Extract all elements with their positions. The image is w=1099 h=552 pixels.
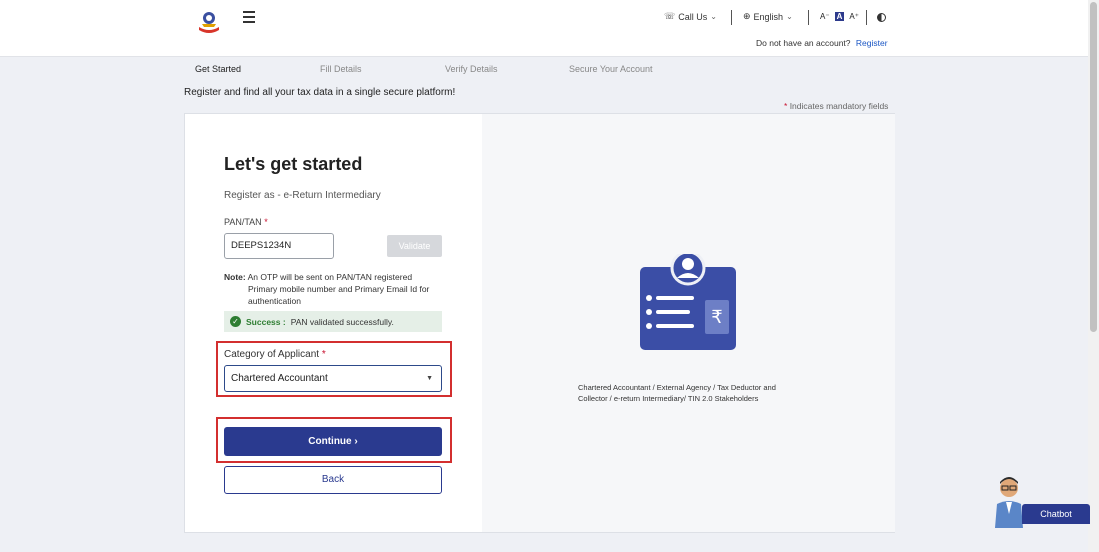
caret-down-icon: ▼ xyxy=(426,375,433,382)
required-star: * xyxy=(264,217,268,227)
note-line-2: Primary mobile number and Primary Email … xyxy=(248,284,430,294)
phone-icon: ☏ xyxy=(664,11,676,21)
register-link[interactable]: Register xyxy=(856,38,888,48)
illustration-caption: Chartered Accountant / External Agency /… xyxy=(578,382,798,404)
chevron-down-icon: ⌄ xyxy=(710,12,717,21)
font-large-label: A xyxy=(849,12,855,21)
category-select[interactable]: Chartered Accountant ▼ xyxy=(224,365,442,392)
mandatory-text: Indicates mandatory fields xyxy=(789,101,889,111)
contrast-icon[interactable] xyxy=(877,13,886,22)
chatbot-button[interactable]: Chatbot xyxy=(1022,504,1090,524)
success-label: Success : xyxy=(246,316,286,327)
continue-button[interactable]: Continue › xyxy=(224,427,442,456)
step-get-started: Get Started xyxy=(195,64,242,74)
divider xyxy=(808,10,809,25)
note-label: Note: xyxy=(224,272,246,282)
required-star: * xyxy=(784,101,788,111)
note-line-3: authentication xyxy=(248,296,301,306)
note-line-1: An OTP will be sent on PAN/TAN registere… xyxy=(247,272,413,282)
check-circle-icon: ✓ xyxy=(230,316,241,327)
increase-font-button[interactable]: A⁺ xyxy=(849,12,859,21)
otp-note: Note: An OTP will be sent on PAN/TAN reg… xyxy=(224,271,449,307)
normal-font-button[interactable]: A xyxy=(834,12,845,21)
category-label-text: Category of Applicant xyxy=(224,349,320,360)
svg-text:₹: ₹ xyxy=(711,307,722,328)
scrollbar-thumb[interactable] xyxy=(1090,2,1097,332)
divider xyxy=(731,10,732,25)
no-account-text: Do not have an account? xyxy=(756,38,851,48)
chatbot-avatar-icon[interactable] xyxy=(992,474,1026,528)
category-selected-value: Chartered Accountant xyxy=(231,373,328,384)
language-menu[interactable]: ⊕ English ⌄ xyxy=(743,11,793,22)
category-label: Category of Applicant * xyxy=(224,349,326,360)
globe-icon: ⊕ xyxy=(743,11,751,21)
scrollbar[interactable] xyxy=(1088,0,1099,552)
intro-text: Register and find all your tax data in a… xyxy=(184,87,456,98)
caption-line-2: Collector / e-return Intermediary/ TIN 2… xyxy=(578,394,759,403)
success-text: PAN validated successfully. xyxy=(290,316,394,327)
font-small-label: A xyxy=(820,12,826,21)
font-size-controls: A⁻ A A⁺ xyxy=(820,12,859,21)
registration-card: Let's get started Register as - e-Return… xyxy=(184,113,895,533)
step-verify-details: Verify Details xyxy=(445,64,498,74)
step-secure-account: Secure Your Account xyxy=(569,64,653,74)
pan-label-text: PAN/TAN xyxy=(224,217,262,227)
mandatory-note: * Indicates mandatory fields xyxy=(784,101,888,111)
caption-line-1: Chartered Accountant / External Agency /… xyxy=(578,383,776,392)
required-star: * xyxy=(321,349,326,360)
pan-label: PAN/TAN * xyxy=(224,217,268,227)
language-label: English xyxy=(753,11,784,22)
call-us-menu[interactable]: ☏ Call Us ⌄ xyxy=(664,11,717,22)
success-banner: ✓ Success : PAN validated successfully. xyxy=(224,311,442,332)
chevron-down-icon: ⌄ xyxy=(786,12,793,21)
decrease-font-button[interactable]: A⁻ xyxy=(820,12,830,21)
emblem-logo[interactable] xyxy=(196,9,222,35)
page-title: Let's get started xyxy=(224,154,363,174)
menu-icon[interactable] xyxy=(243,11,255,26)
back-button[interactable]: Back xyxy=(224,466,442,494)
header: ☏ Call Us ⌄ ⊕ English ⌄ A⁻ A A⁺ Do not h… xyxy=(0,0,1088,57)
register-as-text: Register as - e-Return Intermediary xyxy=(224,190,381,201)
id-card-illustration: ₹ xyxy=(640,254,736,350)
step-fill-details: Fill Details xyxy=(320,64,362,74)
call-us-label: Call Us xyxy=(678,11,708,22)
account-prompt: Do not have an account? Register xyxy=(756,38,888,48)
divider xyxy=(866,10,867,25)
pan-input[interactable]: DEEPS1234N xyxy=(224,233,334,259)
validate-button[interactable]: Validate xyxy=(387,235,442,257)
